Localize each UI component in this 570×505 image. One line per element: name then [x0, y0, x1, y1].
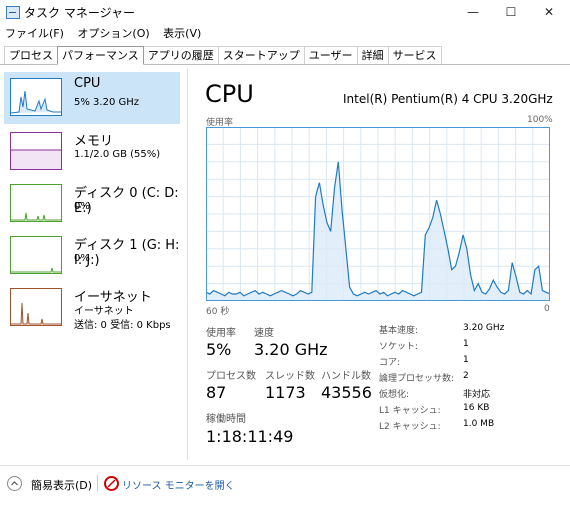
tab-startup[interactable]: スタートアップ: [217, 46, 305, 64]
close-button[interactable]: ✕: [532, 0, 566, 24]
cpu-mini-graph: [10, 78, 62, 116]
spec-value: 1.0 MB: [463, 419, 495, 429]
spec-row-logical-processors: 論理プロセッサ数: 2: [379, 371, 549, 387]
spec-label: ソケット:: [379, 342, 419, 352]
spec-value: 非対応: [463, 390, 491, 400]
ethernet-mini-graph: [10, 288, 62, 326]
handle-count-label: ハンドル数: [321, 371, 371, 382]
tab-app-history[interactable]: アプリの履歴: [142, 46, 219, 64]
spec-value: 3.20 GHz: [463, 323, 505, 333]
graph-time-right: 0: [544, 304, 550, 314]
uptime-label: 稼働時間: [206, 414, 246, 425]
minimize-button[interactable]: —: [456, 0, 490, 24]
menu-file[interactable]: ファイル(F): [0, 25, 69, 43]
disk1-mini-graph: [10, 236, 62, 274]
process-count-value: 87: [206, 383, 227, 402]
cpu-usage-graph: [206, 127, 550, 301]
spec-row-l1-cache: L1 キャッシュ: 16 KB: [379, 403, 549, 419]
maximize-button[interactable]: ☐: [494, 0, 528, 24]
menu-options[interactable]: オプション(O): [72, 25, 154, 43]
sidebar-item-label: ディスク 0 (C: D: E:): [74, 186, 179, 216]
spec-label: コア:: [379, 358, 401, 368]
sidebar-item-disk1[interactable]: ディスク 1 (G: H: I: J:) 0%: [4, 230, 180, 282]
sidebar-item-disk0[interactable]: ディスク 0 (C: D: E:) 0%: [4, 178, 180, 230]
sidebar-item-value: 0%: [74, 201, 90, 212]
menu-view[interactable]: 表示(V): [158, 25, 206, 43]
tab-performance[interactable]: パフォーマンス: [57, 46, 144, 65]
thread-count-label: スレッド数: [265, 371, 315, 382]
sidebar-item-adapter: イーサネット: [74, 306, 134, 317]
footer-separator: [97, 475, 98, 491]
sidebar-item-memory[interactable]: メモリ 1.1/2.0 GB (55%): [4, 126, 180, 178]
task-manager-icon: [6, 6, 20, 19]
sidebar-item-label: ディスク 1 (G: H: I: J:): [74, 238, 180, 268]
usage-value: 5%: [206, 340, 232, 359]
tab-details[interactable]: 詳細: [356, 46, 389, 64]
graph-time-left: 60 秒: [206, 307, 230, 317]
menu-bar: ファイル(F) オプション(O) 表示(V): [0, 25, 206, 43]
fewer-details-button[interactable]: 簡易表示(D): [31, 477, 92, 493]
usage-label: 使用率: [206, 328, 236, 339]
spec-label: L1 キャッシュ:: [379, 406, 441, 416]
sidebar-item-value: 送信: 0 受信: 0 Kbps: [74, 320, 171, 331]
spec-label: L2 キャッシュ:: [379, 422, 441, 432]
thread-count-value: 1173: [265, 383, 306, 402]
uptime-value: 1:18:11:49: [206, 427, 294, 446]
memory-mini-graph: [10, 132, 62, 170]
footer-divider: [0, 465, 570, 466]
speed-label: 速度: [254, 328, 274, 339]
spec-row-sockets: ソケット: 1: [379, 339, 549, 355]
window-title: タスク マネージャー: [24, 6, 135, 20]
tab-processes[interactable]: プロセス: [4, 46, 58, 64]
disk0-mini-graph: [10, 184, 62, 222]
resource-monitor-icon[interactable]: [104, 476, 119, 491]
sidebar-item-value: 0%: [74, 253, 90, 264]
spec-value: 16 KB: [463, 403, 490, 413]
resource-sidebar: CPU 5% 3.20 GHz メモリ 1.1/2.0 GB (55%) ディス…: [4, 68, 188, 460]
spec-label: 仮想化:: [379, 390, 410, 400]
sidebar-item-label: CPU: [74, 76, 101, 91]
spec-label: 論理プロセッサ数:: [379, 374, 455, 384]
sidebar-item-cpu[interactable]: CPU 5% 3.20 GHz: [4, 72, 180, 124]
page-title: CPU: [205, 80, 254, 108]
cpu-model-name: Intel(R) Pentium(R) 4 CPU 3.20GHz: [343, 92, 553, 106]
sidebar-item-value: 5% 3.20 GHz: [74, 97, 140, 108]
speed-value: 3.20 GHz: [254, 340, 328, 359]
spec-row-l2-cache: L2 キャッシュ: 1.0 MB: [379, 419, 549, 435]
tab-services[interactable]: サービス: [387, 46, 442, 64]
graph-max-label: 100%: [527, 115, 553, 125]
spec-label: 基本速度:: [379, 326, 419, 336]
tab-bar: プロセス パフォーマンス アプリの履歴 スタートアップ ユーザー 詳細 サービス: [4, 46, 442, 65]
sidebar-item-label: メモリ: [74, 134, 114, 149]
chevron-up-icon[interactable]: [7, 476, 22, 491]
open-resource-monitor-link[interactable]: リソース モニターを開く: [122, 477, 235, 492]
process-count-label: プロセス数: [206, 371, 256, 382]
cpu-spec-table: 基本速度: 3.20 GHz ソケット: 1 コア: 1 論理プロセッサ数: 2…: [379, 323, 549, 435]
sidebar-item-value: 1.1/2.0 GB (55%): [74, 149, 161, 160]
spec-row-cores: コア: 1: [379, 355, 549, 371]
spec-row-base-speed: 基本速度: 3.20 GHz: [379, 323, 549, 339]
handle-count-value: 43556: [321, 383, 372, 402]
spec-row-virtualization: 仮想化: 非対応: [379, 387, 549, 403]
sidebar-item-ethernet[interactable]: イーサネット イーサネット 送信: 0 受信: 0 Kbps: [4, 282, 180, 338]
tab-users[interactable]: ユーザー: [303, 46, 358, 64]
spec-value: 1: [463, 355, 469, 365]
spec-value: 2: [463, 371, 469, 381]
spec-value: 1: [463, 339, 469, 349]
graph-grid: [206, 127, 550, 301]
